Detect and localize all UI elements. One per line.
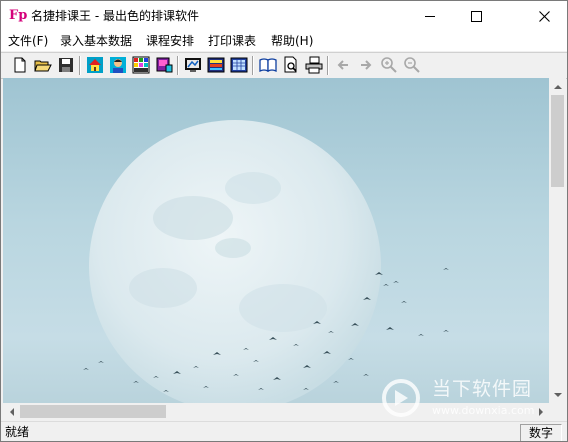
status-text: 就绪 [5, 425, 30, 439]
vertical-scrollbar[interactable] [549, 78, 566, 403]
close-icon [538, 10, 550, 22]
scroll-left-button[interactable] [3, 403, 20, 420]
app-fp-icon: Fp [9, 8, 28, 23]
open-book-icon[interactable] [259, 56, 277, 74]
arrow-right-icon[interactable] [357, 56, 375, 74]
menu-help[interactable]: 帮助(H) [271, 33, 313, 49]
class-grid-icon[interactable] [132, 56, 150, 74]
watermark-logo-icon [382, 379, 420, 417]
arrow-left-icon[interactable] [334, 56, 352, 74]
zoom-out-icon[interactable] [403, 56, 421, 74]
scroll-up-button[interactable] [549, 78, 566, 95]
toolbar-separator [177, 56, 179, 75]
toolbar-separator [327, 56, 329, 75]
status-bar: 就绪 数字 [1, 421, 567, 441]
home-icon[interactable] [86, 56, 104, 74]
print-preview-icon[interactable] [282, 56, 300, 74]
client-area-background-image [3, 78, 549, 403]
moon-birds-picture [83, 120, 449, 403]
numlock-indicator: 数字 [520, 424, 562, 441]
window-title: 名捷排课王 - 最出色的排课软件 [31, 9, 199, 23]
color-table-icon[interactable] [207, 56, 225, 74]
arrow-right-small-icon [538, 407, 543, 416]
vertical-scroll-thumb[interactable] [551, 95, 564, 187]
table-view-icon[interactable] [230, 56, 248, 74]
minimize-button[interactable] [407, 1, 453, 31]
menu-basic-data[interactable]: 录入基本数据 [60, 33, 132, 49]
title-bar[interactable]: Fp 名捷排课王 - 最出色的排课软件 [1, 1, 567, 31]
moon [89, 120, 381, 403]
menu-bar: 文件(F) 录入基本数据 课程安排 打印课表 帮助(H) [1, 31, 567, 51]
close-button[interactable] [521, 1, 567, 31]
menu-file[interactable]: 文件(F) [8, 33, 48, 49]
arrow-down-icon [553, 392, 562, 397]
toolbar-separator [79, 56, 81, 75]
toolbar-separator [252, 56, 254, 75]
zoom-in-icon[interactable] [380, 56, 398, 74]
app-window: Fp 名捷排课王 - 最出色的排课软件 文件(F) 录入基本数据 课程安排 打印… [0, 0, 568, 442]
maximize-icon [470, 10, 482, 22]
toolbar [1, 52, 567, 79]
horizontal-scroll-thumb[interactable] [20, 405, 166, 418]
monitor-schedule-icon[interactable] [184, 56, 202, 74]
watermark-text: 当下软件园 [432, 378, 533, 400]
printer-icon[interactable] [305, 56, 323, 74]
arrow-up-icon [553, 84, 562, 89]
teacher-icon[interactable] [109, 56, 127, 74]
arrow-left-small-icon [9, 407, 14, 416]
maximize-button[interactable] [453, 1, 499, 31]
new-file-icon[interactable] [11, 56, 29, 74]
scroll-down-button[interactable] [549, 386, 566, 403]
menu-print-schedule[interactable]: 打印课表 [208, 33, 256, 49]
open-folder-icon[interactable] [34, 56, 52, 74]
minimize-icon [425, 15, 435, 17]
scrollbar-corner [549, 403, 566, 420]
menu-course-arrange[interactable]: 课程安排 [146, 33, 194, 49]
course-book-icon[interactable] [155, 56, 173, 74]
watermark-url: www.downxia.com [432, 404, 535, 417]
scroll-right-button[interactable] [532, 403, 549, 420]
save-icon[interactable] [57, 56, 75, 74]
